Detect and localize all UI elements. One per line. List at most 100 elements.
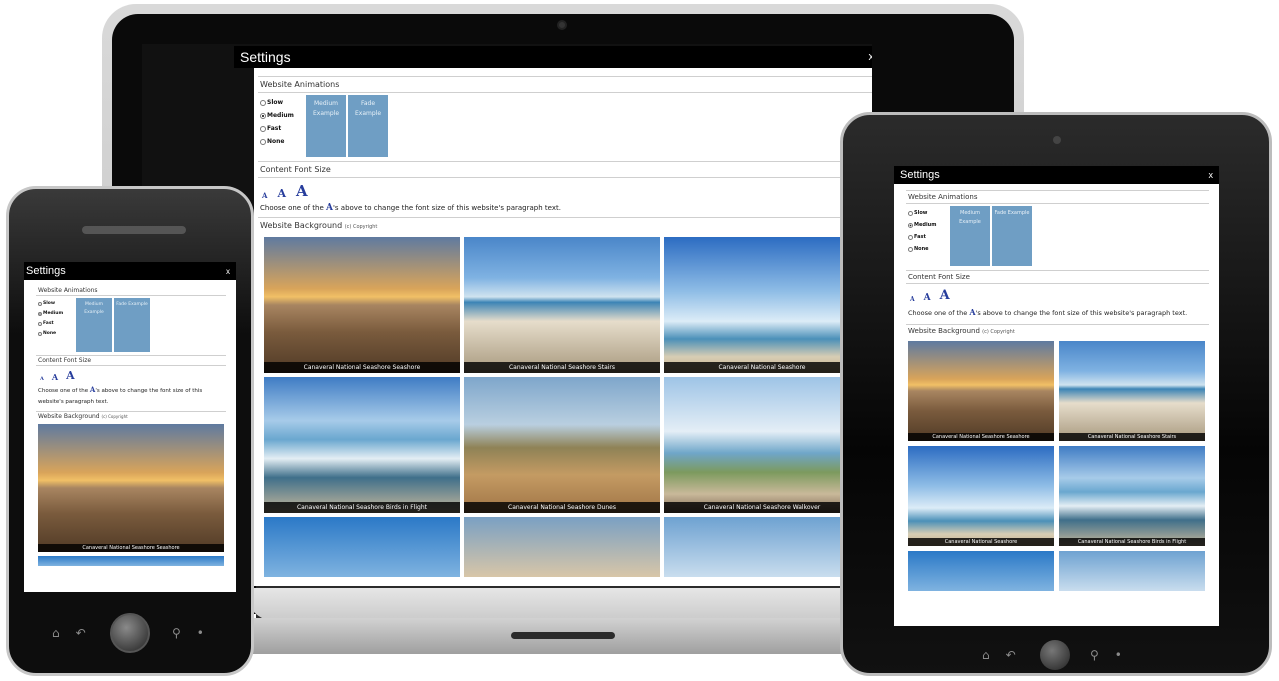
radio-icon — [908, 234, 913, 240]
tablet-nav-buttons-right: ⚲ • — [1090, 648, 1122, 662]
background-thumbnail[interactable]: Canaveral National Seashore Seashore — [38, 424, 224, 552]
tablet-nav-buttons: ⌂ ↶ — [982, 648, 1016, 662]
settings-panel: Website Animations Slow Medium Fast None… — [894, 184, 1219, 591]
background-gallery: Canaveral National Seashore Seashore Can… — [258, 233, 872, 577]
background-thumbnail[interactable] — [38, 556, 224, 566]
radio-icon — [38, 331, 42, 336]
background-thumbnail[interactable]: Canaveral National Seashore — [664, 237, 860, 373]
background-thumbnail[interactable] — [464, 517, 660, 577]
animations-row: Slow Medium Fast None Medium Example Fad… — [36, 296, 226, 355]
background-thumbnail[interactable] — [264, 517, 460, 577]
medium-example-box: Medium Example — [76, 298, 112, 352]
background-title: Website Background (c) Copyright — [258, 217, 872, 233]
menu-icon[interactable]: • — [197, 626, 204, 640]
background-gallery: Canaveral National Seashore Seashore — [36, 421, 226, 566]
speed-option-none[interactable]: None — [38, 331, 76, 336]
background-thumbnail[interactable]: Canaveral National Seashore Seashore — [908, 341, 1054, 441]
speed-label: None — [267, 138, 285, 145]
settings-title: Settings — [240, 49, 291, 65]
background-title: Website Background (c) Copyright — [36, 411, 226, 421]
radio-checked-icon — [260, 112, 266, 119]
radio-icon — [38, 321, 42, 326]
radio-icon — [260, 125, 266, 132]
fade-example-box: Fade Example — [114, 298, 150, 352]
settings-title-bar: Settings x — [894, 166, 1219, 184]
font-size-small-button[interactable]: A — [910, 296, 915, 303]
background-thumbnail[interactable]: Canaveral National Seashore Seashore — [264, 237, 460, 373]
search-icon[interactable]: ⚲ — [172, 626, 181, 640]
speed-options: Slow Medium Fast None — [38, 298, 76, 352]
settings-title-bar: Settings x — [24, 262, 236, 280]
fade-example-box: Fade Example — [348, 95, 388, 157]
laptop-camera — [557, 20, 567, 30]
background-thumbnail[interactable] — [664, 517, 860, 577]
radio-icon — [38, 301, 42, 306]
home-icon[interactable]: ⌂ — [52, 626, 60, 640]
home-icon[interactable]: ⌂ — [982, 648, 990, 662]
close-icon[interactable]: x — [226, 267, 230, 276]
radio-icon — [908, 246, 913, 252]
back-icon[interactable]: ↶ — [1006, 648, 1016, 662]
speed-option-fast[interactable]: Fast — [908, 234, 950, 240]
background-thumbnail[interactable]: Canaveral National Seashore Stairs — [1059, 341, 1205, 441]
font-size-small-button[interactable]: A — [262, 191, 267, 200]
background-thumbnail[interactable]: Canaveral National Seashore Birds in Fli… — [1059, 446, 1205, 546]
speed-option-none[interactable]: None — [260, 138, 306, 145]
background-thumbnail[interactable] — [1059, 551, 1205, 591]
phone-home-button[interactable] — [110, 613, 150, 653]
font-size-medium-button[interactable]: A — [52, 372, 58, 382]
speed-option-fast[interactable]: Fast — [38, 321, 76, 326]
settings-panel: Website Animations Slow Medium Fast None… — [254, 68, 872, 586]
background-thumbnail[interactable]: Canaveral National Seashore — [908, 446, 1054, 546]
background-thumbnail[interactable]: Canaveral National Seashore Dunes — [464, 377, 660, 513]
speed-option-slow[interactable]: Slow — [260, 99, 306, 106]
radio-icon — [908, 210, 913, 216]
animations-title: Website Animations — [36, 286, 226, 296]
speed-label: Slow — [267, 99, 284, 106]
radio-checked-icon — [38, 311, 42, 316]
phone-screen: Settings x Website Animations Slow Mediu… — [24, 262, 236, 592]
speed-option-medium[interactable]: Medium — [260, 112, 306, 119]
font-size-large-button[interactable]: A — [66, 369, 75, 382]
font-size-small-button[interactable]: A — [40, 376, 44, 382]
background-thumbnail[interactable]: Canaveral National Seashore Stairs — [464, 237, 660, 373]
phone-speaker — [82, 226, 186, 234]
back-icon[interactable]: ↶ — [76, 626, 86, 640]
font-size-hint: Choose one of the A's above to change th… — [260, 203, 561, 213]
speed-option-fast[interactable]: Fast — [260, 125, 306, 132]
font-size-hint: Choose one of the A's above to change th… — [908, 307, 1188, 317]
background-thumbnail[interactable] — [908, 551, 1054, 591]
laptop-notch — [511, 632, 615, 639]
close-icon[interactable]: x — [1209, 170, 1214, 180]
speed-option-medium[interactable]: Medium — [908, 222, 950, 228]
settings-title: Settings — [900, 169, 940, 181]
search-icon[interactable]: ⚲ — [1090, 648, 1099, 662]
tablet-camera — [1053, 136, 1061, 144]
laptop-hinge — [244, 588, 894, 622]
font-size-title: Content Font Size — [36, 355, 226, 366]
settings-title-bar: Settings x — [234, 46, 872, 68]
font-size-medium-button[interactable]: A — [924, 293, 931, 303]
close-icon[interactable]: x — [869, 51, 873, 63]
speed-options: Slow Medium Fast None — [260, 95, 306, 157]
speed-label: Medium — [267, 112, 294, 119]
speed-option-medium[interactable]: Medium — [38, 311, 76, 316]
speed-option-slow[interactable]: Slow — [38, 301, 76, 306]
tablet-home-button[interactable] — [1040, 640, 1070, 670]
medium-example-box: Medium Example — [950, 206, 990, 266]
speed-option-none[interactable]: None — [908, 246, 950, 252]
font-size-options: A A A — [258, 178, 872, 202]
menu-icon[interactable]: • — [1115, 648, 1122, 662]
background-thumbnail[interactable]: Canaveral National Seashore Birds in Fli… — [264, 377, 460, 513]
background-gallery: Canaveral National Seashore Seashore Can… — [906, 337, 1209, 591]
medium-example-box: Medium Example — [306, 95, 346, 157]
animations-title: Website Animations — [906, 190, 1209, 204]
font-size-medium-button[interactable]: A — [277, 187, 286, 200]
settings-panel: Website Animations Slow Medium Fast None… — [24, 280, 236, 566]
speed-option-slow[interactable]: Slow — [908, 210, 950, 216]
font-size-large-button[interactable]: A — [296, 182, 308, 200]
speed-label: Fast — [267, 125, 282, 132]
background-thumbnail[interactable]: Canaveral National Seashore Walkover — [664, 377, 860, 513]
speed-options: Slow Medium Fast None — [908, 206, 950, 266]
font-size-large-button[interactable]: A — [940, 288, 950, 303]
